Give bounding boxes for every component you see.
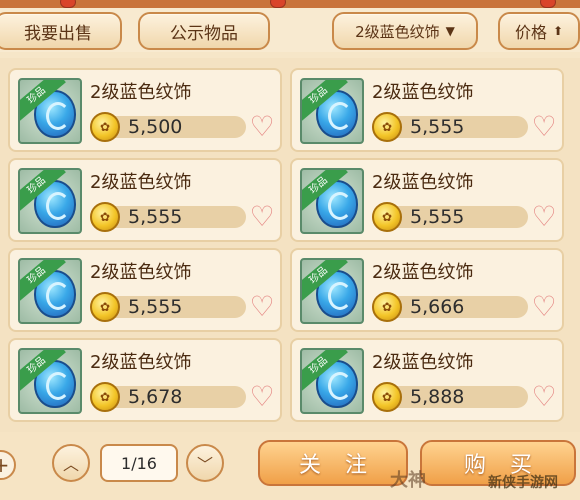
heart-icon[interactable]: ♡ (246, 292, 278, 322)
item-card[interactable]: 珍品 2级蓝色纹饰 ✿ 5,555 ♡ (8, 158, 282, 242)
item-price: 5,666 (410, 296, 465, 318)
item-icon-frame: 珍品 (18, 168, 82, 234)
item-card[interactable]: 珍品 2级蓝色纹饰 ✿ 5,555 ♡ (290, 158, 564, 242)
item-card[interactable]: 珍品 2级蓝色纹饰 ✿ 5,555 ♡ (290, 68, 564, 152)
coin-icon: ✿ (90, 202, 120, 232)
item-grid: 珍品 2级蓝色纹饰 ✿ 5,500 ♡ 珍品 2级蓝色纹饰 ✿ 5,555 ♡ … (0, 58, 580, 432)
heart-icon[interactable]: ♡ (246, 382, 278, 412)
item-name: 2级蓝色纹饰 (372, 262, 474, 283)
coin-icon: ✿ (90, 382, 120, 412)
item-name: 2级蓝色纹饰 (372, 172, 474, 193)
item-icon-frame: 珍品 (18, 348, 82, 414)
filter-label: 2级蓝色纹饰 (355, 22, 440, 41)
item-price: 5,678 (128, 386, 183, 408)
item-price: 5,555 (128, 296, 183, 318)
item-icon-frame: 珍品 (300, 348, 364, 414)
watermark-left: 大神 (390, 470, 426, 491)
coin-icon: ✿ (372, 382, 402, 412)
heart-icon[interactable]: ♡ (528, 382, 560, 412)
sort-by-price-button[interactable]: 价格 ⬆ (498, 12, 580, 50)
item-card[interactable]: 珍品 2级蓝色纹饰 ✿ 5,500 ♡ (8, 68, 282, 152)
triangle-down-icon: ▼ (445, 24, 455, 38)
tab-public-items[interactable]: 公示物品 (138, 12, 270, 50)
coin-icon: ✿ (90, 112, 120, 142)
heart-icon[interactable]: ♡ (246, 202, 278, 232)
chevron-up-icon: ︿ (62, 455, 79, 474)
plus-icon[interactable]: + (0, 450, 16, 480)
page-up-button[interactable]: ︿ (52, 444, 90, 482)
follow-button[interactable]: 关注 (258, 440, 408, 486)
watermark-right: 新侠手游网 (488, 475, 558, 491)
item-icon-frame: 珍品 (300, 78, 364, 144)
lantern-icon (540, 0, 556, 8)
item-price: 5,500 (128, 116, 183, 138)
item-name: 2级蓝色纹饰 (372, 352, 474, 373)
lantern-icon (60, 0, 76, 8)
item-price: 5,555 (128, 206, 183, 228)
item-name: 2级蓝色纹饰 (90, 352, 192, 373)
heart-icon[interactable]: ♡ (528, 292, 560, 322)
tab-public-label: 公示物品 (170, 23, 238, 44)
top-frame (0, 0, 580, 8)
tab-sell-label: 我要出售 (24, 23, 92, 44)
item-price: 5,888 (410, 386, 465, 408)
item-icon-frame: 珍品 (18, 258, 82, 324)
item-card[interactable]: 珍品 2级蓝色纹饰 ✿ 5,888 ♡ (290, 338, 564, 422)
item-name: 2级蓝色纹饰 (90, 172, 192, 193)
item-card[interactable]: 珍品 2级蓝色纹饰 ✿ 5,555 ♡ (8, 248, 282, 332)
item-card[interactable]: 珍品 2级蓝色纹饰 ✿ 5,666 ♡ (290, 248, 564, 332)
heart-icon[interactable]: ♡ (528, 112, 560, 142)
item-name: 2级蓝色纹饰 (90, 82, 192, 103)
sort-label: 价格 (514, 23, 547, 42)
lantern-icon (270, 0, 286, 8)
page-down-button[interactable]: ﹀ (186, 444, 224, 482)
item-name: 2级蓝色纹饰 (372, 82, 474, 103)
tab-sell[interactable]: 我要出售 (0, 12, 122, 50)
item-price: 5,555 (410, 116, 465, 138)
item-name: 2级蓝色纹饰 (90, 262, 192, 283)
page-indicator: 1/16 (100, 444, 178, 482)
arrow-up-icon: ⬆ (552, 24, 564, 38)
category-filter-dropdown[interactable]: 2级蓝色纹饰 ▼ (332, 12, 478, 50)
coin-icon: ✿ (90, 292, 120, 322)
item-icon-frame: 珍品 (300, 168, 364, 234)
item-icon-frame: 珍品 (300, 258, 364, 324)
coin-icon: ✿ (372, 112, 402, 142)
item-card[interactable]: 珍品 2级蓝色纹饰 ✿ 5,678 ♡ (8, 338, 282, 422)
tab-bar: 我要出售 公示物品 2级蓝色纹饰 ▼ 价格 ⬆ (0, 8, 580, 52)
item-price: 5,555 (410, 206, 465, 228)
chevron-down-icon: ﹀ (196, 455, 213, 474)
coin-icon: ✿ (372, 202, 402, 232)
item-icon-frame: 珍品 (18, 78, 82, 144)
heart-icon[interactable]: ♡ (528, 202, 560, 232)
coin-icon: ✿ (372, 292, 402, 322)
heart-icon[interactable]: ♡ (246, 112, 278, 142)
